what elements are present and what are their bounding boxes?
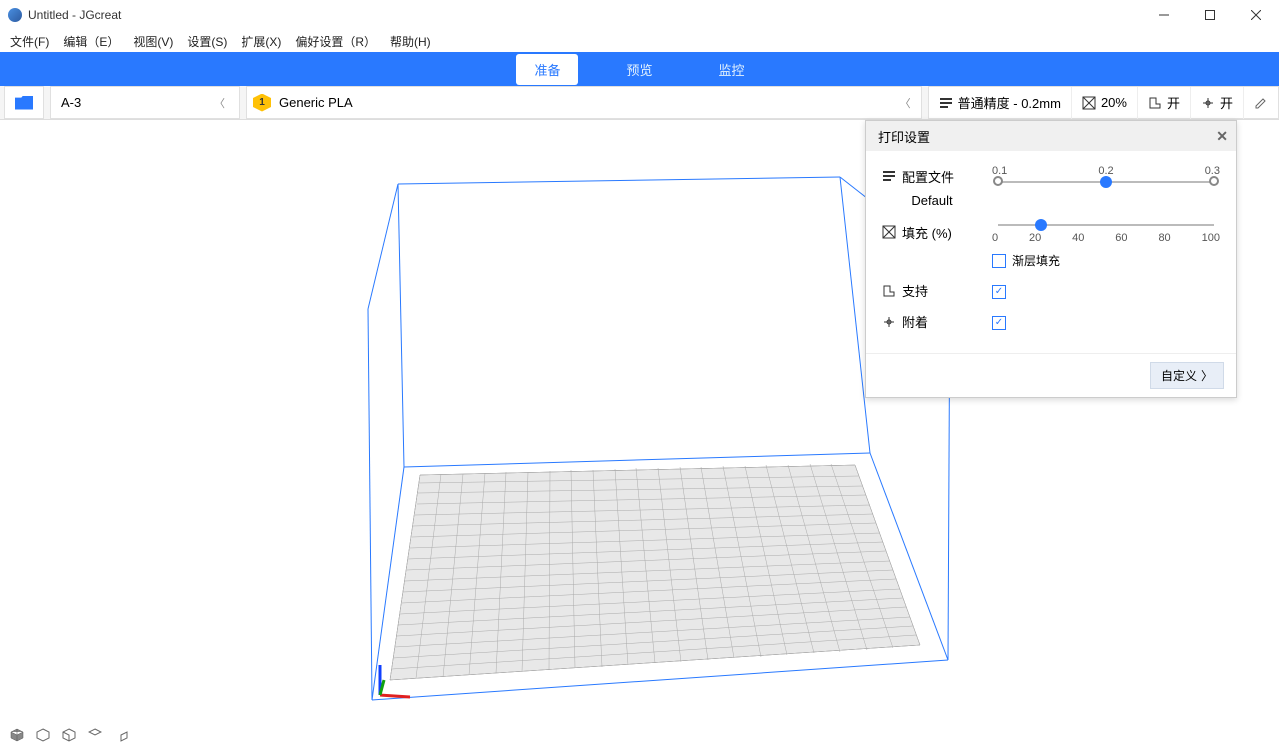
view-top-icon[interactable] xyxy=(88,728,102,742)
extruder-badge: 1 xyxy=(253,94,271,112)
menu-preferences[interactable]: 偏好设置（R） xyxy=(289,31,382,52)
edit-settings-button[interactable] xyxy=(1244,87,1278,119)
menu-extensions[interactable]: 扩展(X) xyxy=(235,31,287,52)
title-bar: Untitled - JGcreat xyxy=(0,0,1279,30)
folder-icon xyxy=(15,96,33,110)
panel-close-button[interactable]: ✕ xyxy=(1216,128,1228,145)
custom-button-label: 自定义 xyxy=(1161,367,1197,384)
profile-summary[interactable]: 普通精度 - 0.2mm xyxy=(929,87,1072,119)
infill-slider[interactable] xyxy=(998,224,1214,226)
adhesion-section-label: 附着 xyxy=(902,312,928,331)
tab-prepare[interactable]: 准备 xyxy=(516,54,578,85)
menu-edit[interactable]: 编辑（E） xyxy=(57,31,125,52)
infill-tick-20: 20 xyxy=(1029,232,1041,244)
custom-settings-button[interactable]: 自定义 〉 xyxy=(1150,362,1224,389)
print-settings-bar: 普通精度 - 0.2mm 20% 开 开 xyxy=(928,86,1279,119)
window-title: Untitled - JGcreat xyxy=(28,8,121,22)
infill-slider-knob[interactable] xyxy=(1035,219,1047,231)
infill-tick-80: 80 xyxy=(1158,232,1170,244)
infill-section-label: 填充 (%) xyxy=(902,223,952,242)
chevron-left-icon: 〈 xyxy=(896,95,915,111)
tab-preview[interactable]: 预览 xyxy=(608,54,670,85)
infill-tick-100: 100 xyxy=(1202,232,1220,244)
layers-icon xyxy=(882,169,896,183)
infill-icon xyxy=(882,225,896,239)
view-right-icon[interactable] xyxy=(114,728,128,742)
minimize-button[interactable] xyxy=(1141,0,1187,30)
adhesion-value: 开 xyxy=(1220,93,1233,112)
chevron-left-icon: 〈 xyxy=(210,95,229,111)
stage-tabs: 准备 预览 监控 xyxy=(0,52,1279,86)
adhesion-summary[interactable]: 开 xyxy=(1191,87,1244,119)
chevron-right-icon: 〉 xyxy=(1201,367,1213,384)
profile-value: Default xyxy=(911,193,952,208)
adhesion-icon xyxy=(1201,96,1215,110)
printer-name: A-3 xyxy=(61,95,81,110)
infill-value: 20% xyxy=(1101,95,1127,110)
menu-bar: 文件(F) 编辑（E） 视图(V) 设置(S) 扩展(X) 偏好设置（R） 帮助… xyxy=(0,30,1279,52)
printer-selector[interactable]: A-3 〈 xyxy=(50,86,240,119)
menu-view[interactable]: 视图(V) xyxy=(127,31,179,52)
support-icon xyxy=(1148,96,1162,110)
panel-title: 打印设置 xyxy=(878,127,930,146)
toolbar: A-3 〈 1 Generic PLA 〈 普通精度 - 0.2mm 20% 开… xyxy=(0,86,1279,120)
material-selector[interactable]: 1 Generic PLA 〈 xyxy=(246,86,922,119)
open-file-button[interactable] xyxy=(4,86,44,119)
support-checkbox[interactable]: ✓ xyxy=(992,285,1006,299)
adhesion-checkbox[interactable]: ✓ xyxy=(992,316,1006,330)
maximize-button[interactable] xyxy=(1187,0,1233,30)
layers-icon xyxy=(939,96,953,110)
profile-label: 普通精度 - 0.2mm xyxy=(958,93,1061,112)
menu-help[interactable]: 帮助(H) xyxy=(384,31,437,52)
profile-slider-knob[interactable] xyxy=(1100,176,1112,188)
infill-tick-60: 60 xyxy=(1115,232,1127,244)
infill-summary[interactable]: 20% xyxy=(1072,87,1138,119)
view-xray-icon[interactable] xyxy=(36,728,50,742)
material-name: Generic PLA xyxy=(279,95,353,110)
menu-file[interactable]: 文件(F) xyxy=(4,31,55,52)
close-button[interactable] xyxy=(1233,0,1279,30)
tab-monitor[interactable]: 监控 xyxy=(701,54,763,85)
view-solid-icon[interactable] xyxy=(10,728,24,742)
gradual-infill-checkbox[interactable] xyxy=(992,254,1006,268)
adhesion-icon xyxy=(882,315,896,329)
infill-tick-40: 40 xyxy=(1072,232,1084,244)
tick-01: 0.1 xyxy=(992,165,1007,177)
profile-section-label: 配置文件 xyxy=(902,167,954,186)
menu-settings[interactable]: 设置(S) xyxy=(181,31,233,52)
infill-icon xyxy=(1082,96,1096,110)
viewport-3d[interactable]: 打印设置 ✕ 配置文件 0.1 0.2 0.3 xyxy=(0,120,1279,750)
gradual-infill-label: 渐层填充 xyxy=(1012,252,1060,269)
app-icon xyxy=(8,8,22,22)
support-icon xyxy=(882,284,896,298)
view-front-icon[interactable] xyxy=(62,728,76,742)
support-summary[interactable]: 开 xyxy=(1138,87,1191,119)
view-mode-icons xyxy=(10,728,128,742)
pencil-icon xyxy=(1254,96,1268,110)
support-section-label: 支持 xyxy=(902,281,928,300)
profile-slider[interactable] xyxy=(998,181,1214,183)
support-value: 开 xyxy=(1167,93,1180,112)
print-settings-panel: 打印设置 ✕ 配置文件 0.1 0.2 0.3 xyxy=(865,120,1237,398)
infill-tick-0: 0 xyxy=(992,232,998,244)
